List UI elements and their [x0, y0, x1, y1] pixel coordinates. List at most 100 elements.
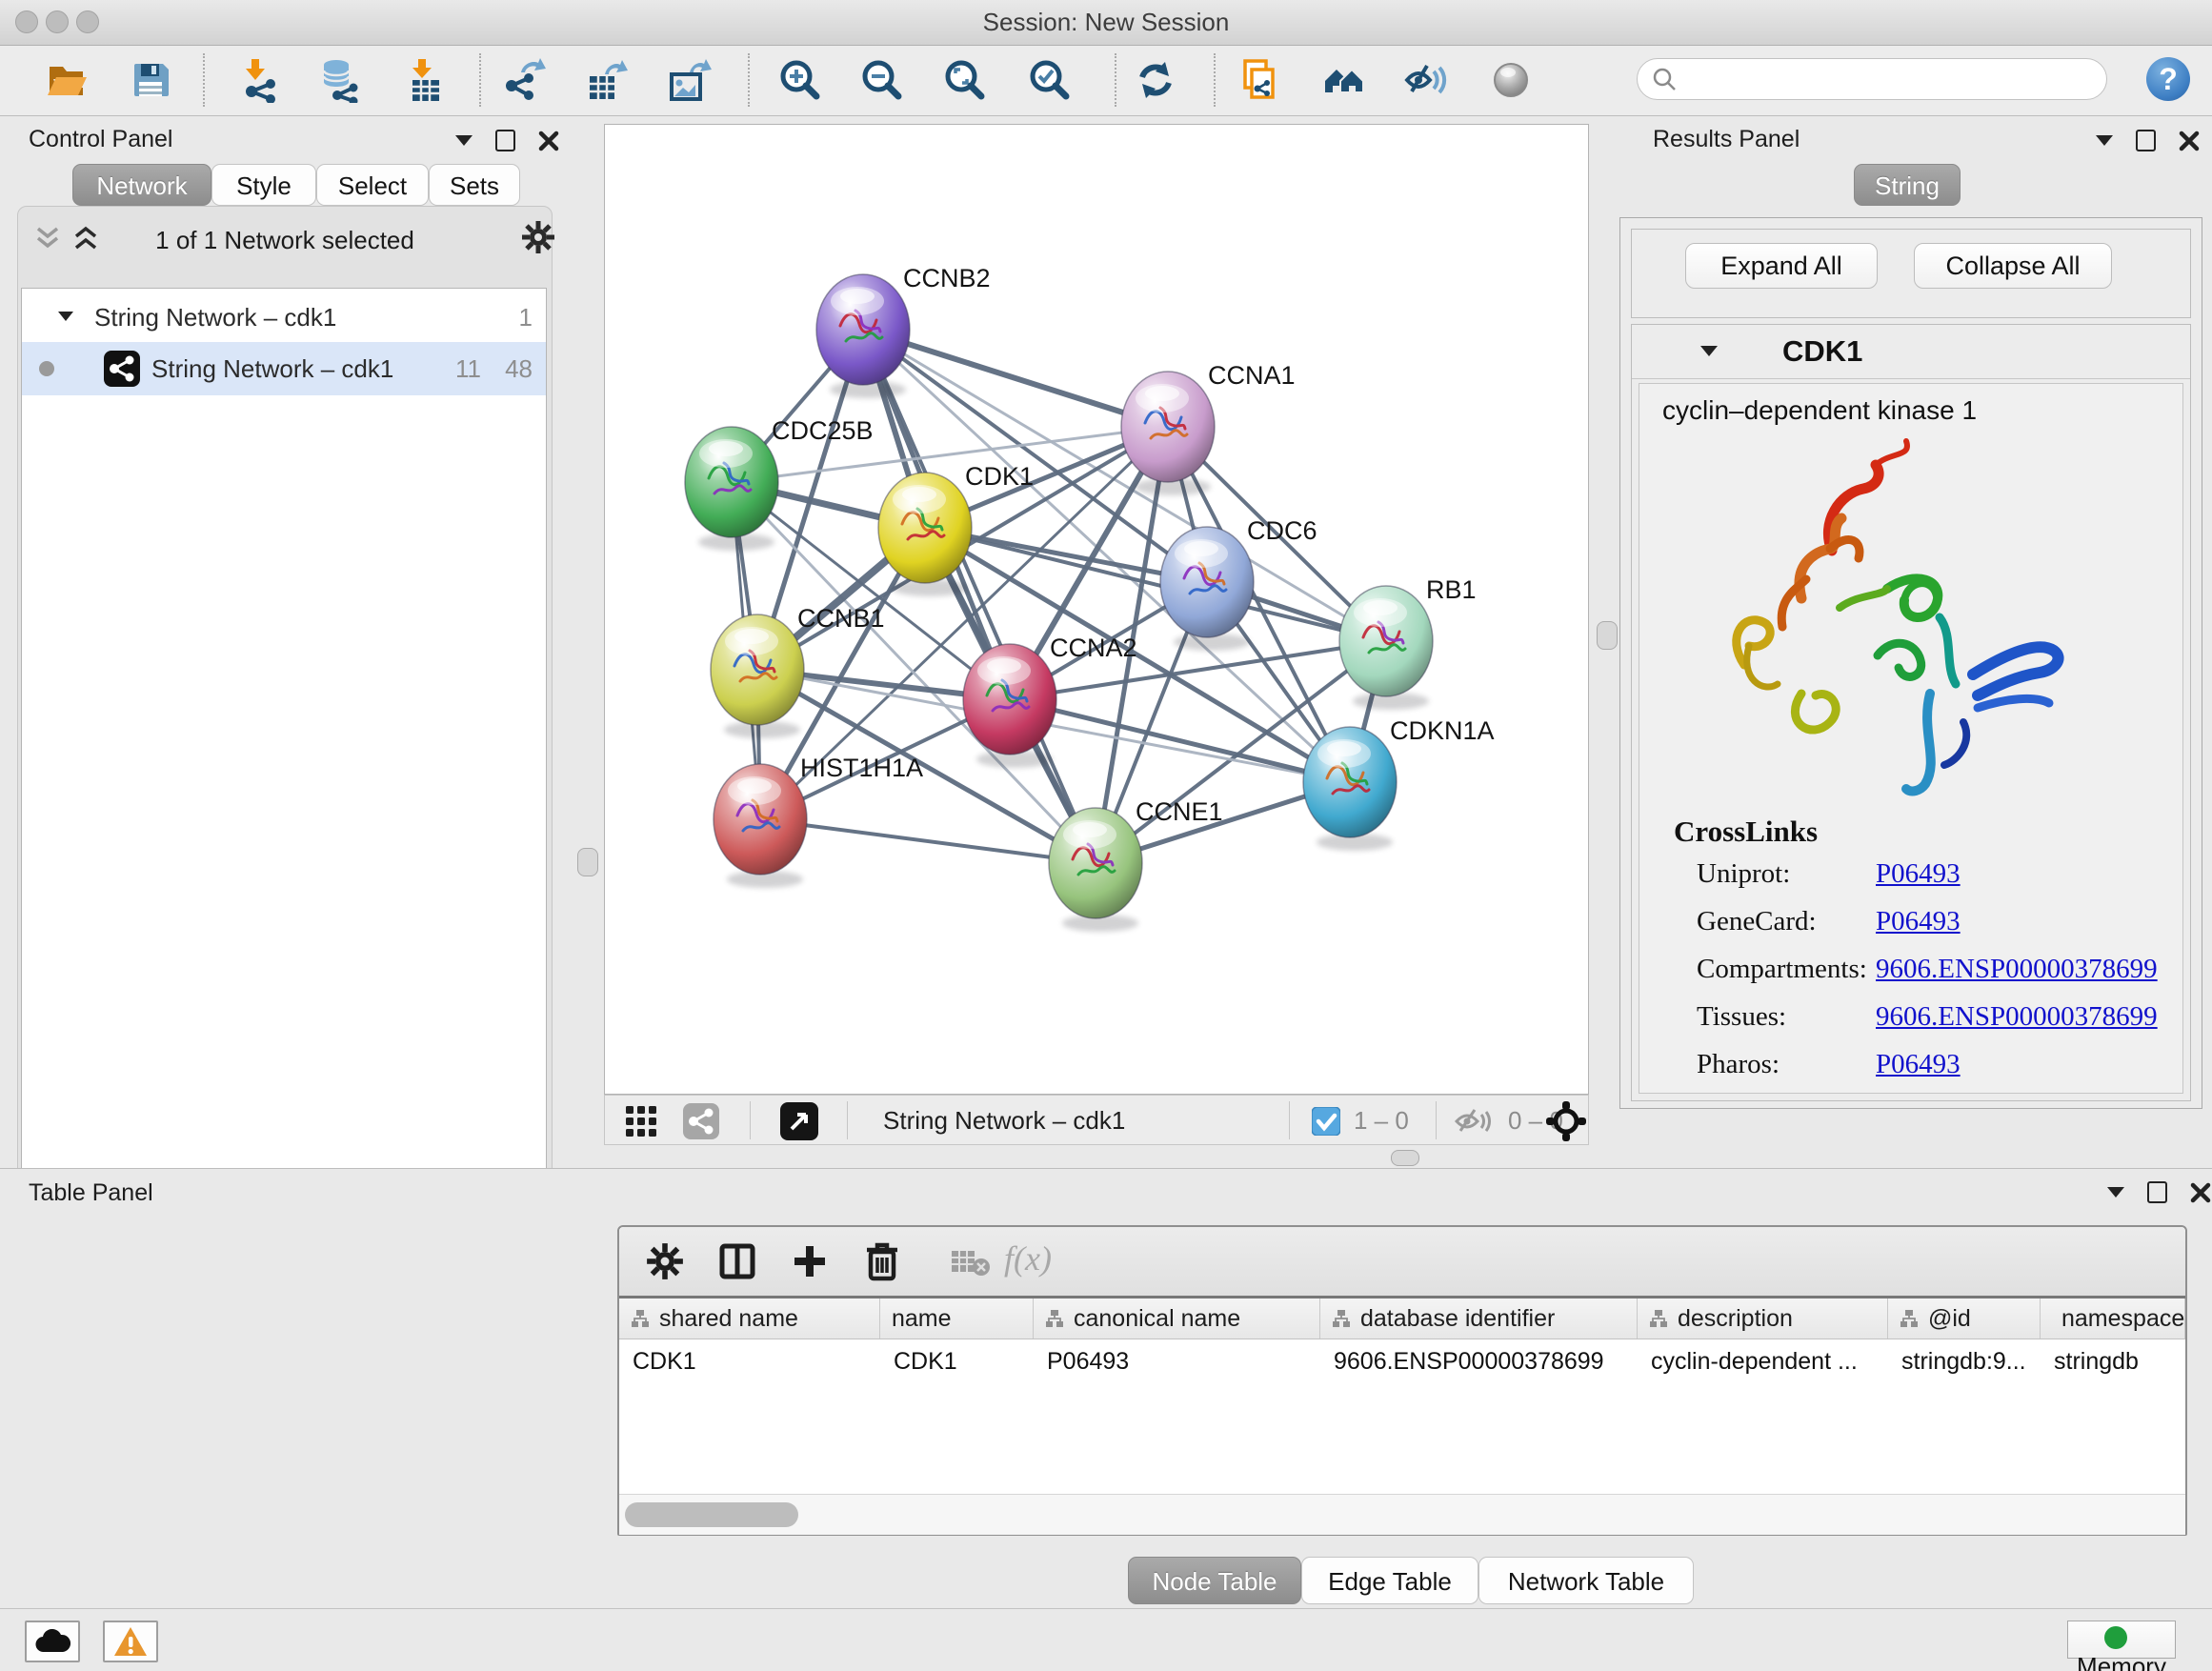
cloud-button[interactable] — [25, 1621, 80, 1662]
panel-close-icon[interactable] — [2179, 131, 2200, 151]
table-cell[interactable]: 9606.ENSP00000378699 — [1320, 1340, 1638, 1382]
memory-button[interactable]: Memory — [2067, 1621, 2176, 1659]
add-column-icon[interactable] — [791, 1242, 829, 1280]
node-RB1[interactable] — [1339, 586, 1433, 710]
hide-selected-icon[interactable] — [1403, 57, 1449, 103]
network-view-canvas[interactable]: CCNB2CCNA1CDC25BCDK1CDC6RB1CCNB1CCNA2CDK… — [604, 124, 1589, 1095]
search-input[interactable] — [1687, 61, 2091, 97]
node-CDKN1A[interactable] — [1303, 727, 1397, 851]
tab-sets[interactable]: Sets — [429, 164, 520, 206]
panel-float-icon[interactable] — [2147, 1181, 2167, 1203]
panel-menu-icon[interactable] — [2107, 1187, 2124, 1198]
fit-selection-crosshair-icon[interactable] — [1546, 1101, 1586, 1141]
grid-view-icon[interactable] — [624, 1104, 658, 1138]
crosslink-value-link[interactable]: P06493 — [1876, 1049, 1961, 1080]
node-CDC25B[interactable] — [685, 427, 778, 551]
table-cell[interactable]: CDK1 — [619, 1340, 880, 1382]
tab-network-table[interactable]: Network Table — [1478, 1557, 1694, 1604]
panel-close-icon[interactable] — [538, 131, 559, 151]
birdseye-view-icon[interactable] — [780, 1102, 818, 1140]
left-splitter-handle[interactable] — [577, 848, 598, 876]
column-header-id[interactable]: @id — [1888, 1299, 2041, 1339]
selected-checkbox-icon[interactable] — [1312, 1107, 1340, 1136]
node-CCNA2[interactable] — [963, 644, 1056, 768]
tab-select[interactable]: Select — [316, 164, 429, 206]
table-cell[interactable]: cyclin-dependent ... — [1638, 1340, 1888, 1382]
network-options-gear-icon[interactable] — [521, 220, 555, 254]
crosslink-value-link[interactable]: P06493 — [1876, 906, 1961, 937]
main-toolbar: ? — [0, 46, 2212, 116]
panel-float-icon[interactable] — [495, 130, 515, 151]
network-collection-row[interactable]: String Network – cdk1 1 — [22, 292, 546, 343]
gene-collapse-icon[interactable] — [1700, 346, 1718, 356]
crosslink-value-link[interactable]: P06493 — [1876, 858, 1961, 890]
export-table-icon[interactable] — [584, 57, 630, 103]
table-cell[interactable]: CDK1 — [880, 1340, 1034, 1382]
column-label: name — [892, 1305, 952, 1333]
table-hscrollbar-thumb[interactable] — [625, 1502, 798, 1527]
column-header-namespace[interactable]: namespace — [2041, 1299, 2185, 1339]
tab-edge-table[interactable]: Edge Table — [1301, 1557, 1478, 1604]
edge-CCNB2-CCNE1[interactable] — [863, 330, 1096, 863]
crosslink-value-link[interactable]: 9606.ENSP00000378699 — [1876, 1001, 2158, 1033]
column-header-databaseidentifier[interactable]: database identifier — [1320, 1299, 1638, 1339]
zoom-out-icon[interactable] — [859, 57, 905, 103]
column-header-sharedname[interactable]: shared name — [619, 1299, 880, 1339]
open-session-icon[interactable] — [44, 57, 90, 103]
node-CDK1[interactable] — [878, 473, 972, 596]
edge-layer — [732, 330, 1386, 863]
import-database-icon[interactable] — [315, 57, 361, 103]
panel-menu-icon[interactable] — [2096, 135, 2113, 146]
gene-header-row[interactable]: CDK1 — [1632, 325, 2190, 379]
network-thumbnail-icon[interactable] — [683, 1103, 719, 1139]
tab-node-table[interactable]: Node Table — [1128, 1557, 1301, 1604]
collection-count: 1 — [519, 303, 533, 332]
help-icon[interactable]: ? — [2146, 57, 2190, 101]
gray-sphere-icon[interactable] — [1488, 57, 1534, 103]
collapse-all-button[interactable]: Collapse All — [1914, 243, 2112, 289]
crosslink-value-link[interactable]: 9606.ENSP00000378699 — [1876, 954, 2158, 985]
tab-style[interactable]: Style — [211, 164, 316, 206]
panel-close-icon[interactable] — [2190, 1182, 2211, 1203]
table-gear-icon[interactable] — [646, 1242, 684, 1280]
column-header-canonicalname[interactable]: canonical name — [1034, 1299, 1320, 1339]
expand-all-button[interactable]: Expand All — [1685, 243, 1878, 289]
zoom-fit-icon[interactable] — [942, 57, 988, 103]
show-all-networks-icon[interactable] — [1321, 57, 1367, 103]
panel-menu-icon[interactable] — [455, 135, 473, 146]
table-cell[interactable]: P06493 — [1034, 1340, 1320, 1382]
control-panel-title: Control Panel — [29, 126, 172, 153]
node-HIST1H1A[interactable] — [714, 764, 807, 888]
node-CCNA1[interactable] — [1121, 372, 1215, 495]
bottom-splitter-handle[interactable] — [1391, 1150, 1419, 1166]
import-network-icon[interactable] — [235, 57, 281, 103]
zoom-in-icon[interactable] — [777, 57, 823, 103]
refresh-icon[interactable] — [1133, 57, 1178, 103]
import-table-icon[interactable] — [400, 57, 446, 103]
clone-network-icon[interactable] — [1237, 57, 1283, 103]
panel-float-icon[interactable] — [2136, 130, 2156, 151]
tab-string[interactable]: String — [1854, 164, 1961, 206]
warnings-button[interactable] — [103, 1621, 158, 1662]
column-header-description[interactable]: description — [1638, 1299, 1888, 1339]
table-row[interactable]: CDK1CDK1P064939606.ENSP00000378699cyclin… — [619, 1340, 2185, 1382]
column-header-name[interactable]: name — [880, 1299, 1034, 1339]
network-row-selected[interactable]: String Network – cdk1 11 48 — [22, 342, 546, 395]
edge-HIST1H1A-CCNE1[interactable] — [760, 819, 1096, 863]
table-cell[interactable]: stringdb — [2041, 1340, 2185, 1382]
export-image-icon[interactable] — [667, 57, 713, 103]
hidden-eye-icon[interactable] — [1455, 1106, 1495, 1137]
delete-column-icon[interactable] — [863, 1240, 901, 1282]
table-cell[interactable]: stringdb:9... — [1888, 1340, 2041, 1382]
node-CCNB1[interactable] — [711, 614, 804, 738]
node-CDC6[interactable] — [1160, 527, 1254, 651]
zoom-selected-icon[interactable] — [1027, 57, 1073, 103]
right-splitter-handle[interactable] — [1597, 621, 1618, 650]
export-network-icon[interactable] — [502, 57, 548, 103]
node-CCNB2[interactable] — [816, 274, 910, 398]
tree-expand-icon[interactable] — [58, 312, 73, 321]
tab-network[interactable]: Network — [72, 164, 211, 206]
node-CCNE1[interactable] — [1049, 808, 1142, 932]
save-session-icon[interactable] — [128, 57, 173, 103]
show-columns-icon[interactable] — [718, 1242, 756, 1280]
